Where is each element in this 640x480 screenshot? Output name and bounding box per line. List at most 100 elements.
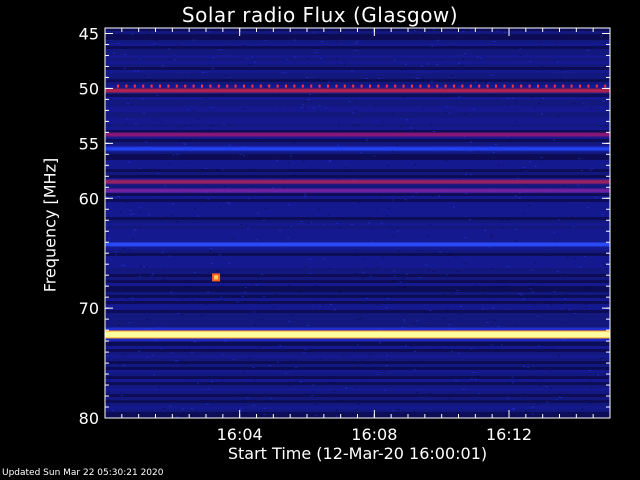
texture-speck bbox=[430, 80, 433, 82]
heatmap-area bbox=[105, 28, 612, 419]
texture-speck bbox=[556, 61, 559, 63]
texture-speck bbox=[217, 269, 220, 271]
texture-speck bbox=[165, 215, 168, 217]
texture-speck bbox=[255, 284, 258, 286]
texture-speck bbox=[450, 292, 453, 294]
texture-speck bbox=[385, 215, 388, 217]
texture-speck bbox=[458, 86, 461, 88]
texture-speck bbox=[473, 156, 476, 158]
texture-speck bbox=[191, 299, 194, 301]
texture-speck bbox=[327, 81, 330, 83]
texture-speck bbox=[560, 397, 563, 398]
texture-row bbox=[105, 253, 610, 256]
texture-speck bbox=[107, 30, 110, 32]
texture-speck bbox=[117, 42, 120, 44]
texture-speck bbox=[192, 110, 195, 112]
texture-speck bbox=[450, 254, 452, 256]
texture-speck bbox=[191, 351, 193, 353]
texture-speck bbox=[370, 228, 373, 230]
texture-speck bbox=[450, 321, 453, 323]
texture-speck bbox=[373, 155, 376, 157]
texture-speck bbox=[490, 267, 493, 269]
texture-speck bbox=[475, 378, 478, 380]
texture-speck bbox=[491, 74, 494, 76]
band-dot bbox=[175, 84, 178, 88]
texture-speck bbox=[506, 97, 509, 99]
texture-speck bbox=[134, 70, 137, 72]
texture-speck bbox=[536, 403, 539, 405]
texture-speck bbox=[161, 121, 164, 123]
texture-speck bbox=[181, 314, 184, 316]
band-dot bbox=[234, 84, 237, 88]
texture-speck bbox=[212, 57, 215, 59]
texture-speck bbox=[385, 306, 388, 308]
texture-row bbox=[105, 118, 610, 121]
texture-speck bbox=[147, 31, 150, 33]
texture-speck bbox=[572, 36, 575, 37]
band-0 bbox=[105, 88, 610, 93]
texture-speck bbox=[504, 285, 507, 287]
texture-speck bbox=[557, 219, 560, 221]
texture-speck bbox=[432, 271, 435, 272]
texture-speck bbox=[264, 87, 267, 89]
texture-speck bbox=[293, 56, 296, 58]
texture-speck bbox=[218, 254, 221, 256]
texture-speck bbox=[368, 222, 370, 224]
texture-speck bbox=[549, 387, 552, 389]
texture-speck bbox=[453, 206, 455, 208]
texture-speck bbox=[183, 349, 186, 351]
texture-speck bbox=[168, 255, 171, 257]
texture-speck bbox=[558, 396, 561, 398]
texture-speck bbox=[219, 49, 222, 51]
texture-row bbox=[105, 196, 610, 199]
texture-speck bbox=[345, 61, 347, 63]
texture-speck bbox=[247, 227, 250, 229]
texture-speck bbox=[279, 345, 282, 347]
band-dot bbox=[226, 84, 229, 88]
texture-speck bbox=[432, 131, 435, 132]
texture-row bbox=[105, 202, 610, 205]
texture-speck bbox=[151, 275, 154, 277]
texture-row bbox=[105, 157, 610, 160]
texture-speck bbox=[409, 73, 412, 75]
band-dot bbox=[327, 84, 329, 88]
texture-speck bbox=[362, 272, 365, 274]
texture-speck bbox=[515, 324, 518, 326]
texture-speck bbox=[156, 94, 159, 96]
texture-speck bbox=[115, 251, 118, 253]
texture-speck bbox=[148, 214, 151, 216]
texture-speck bbox=[538, 102, 541, 104]
texture-speck bbox=[539, 161, 542, 163]
texture-speck bbox=[116, 253, 119, 255]
texture-row bbox=[105, 34, 610, 37]
texture-speck bbox=[492, 152, 495, 154]
texture-speck bbox=[553, 139, 556, 141]
texture-speck bbox=[155, 45, 158, 47]
texture-speck bbox=[249, 39, 252, 40]
texture-row bbox=[105, 250, 610, 253]
texture-speck bbox=[311, 301, 314, 303]
texture-speck bbox=[495, 348, 498, 350]
texture-speck bbox=[394, 59, 396, 61]
band-6 bbox=[105, 331, 610, 338]
texture-speck bbox=[406, 119, 409, 121]
texture-speck bbox=[564, 293, 567, 295]
texture-speck bbox=[472, 372, 475, 374]
texture-speck bbox=[364, 267, 367, 269]
texture-speck bbox=[531, 291, 534, 293]
texture-speck bbox=[197, 215, 200, 217]
texture-row bbox=[105, 319, 610, 322]
texture-speck bbox=[262, 219, 265, 221]
texture-speck bbox=[568, 30, 571, 32]
texture-row bbox=[105, 85, 610, 88]
texture-row bbox=[105, 220, 610, 223]
texture-row bbox=[105, 49, 610, 52]
texture-speck bbox=[228, 144, 231, 146]
texture-row bbox=[105, 391, 610, 394]
texture-row bbox=[105, 160, 610, 163]
texture-speck bbox=[540, 41, 543, 43]
texture-speck bbox=[414, 30, 416, 32]
texture-row bbox=[105, 265, 610, 268]
texture-speck bbox=[183, 76, 186, 78]
texture-speck bbox=[538, 345, 541, 347]
